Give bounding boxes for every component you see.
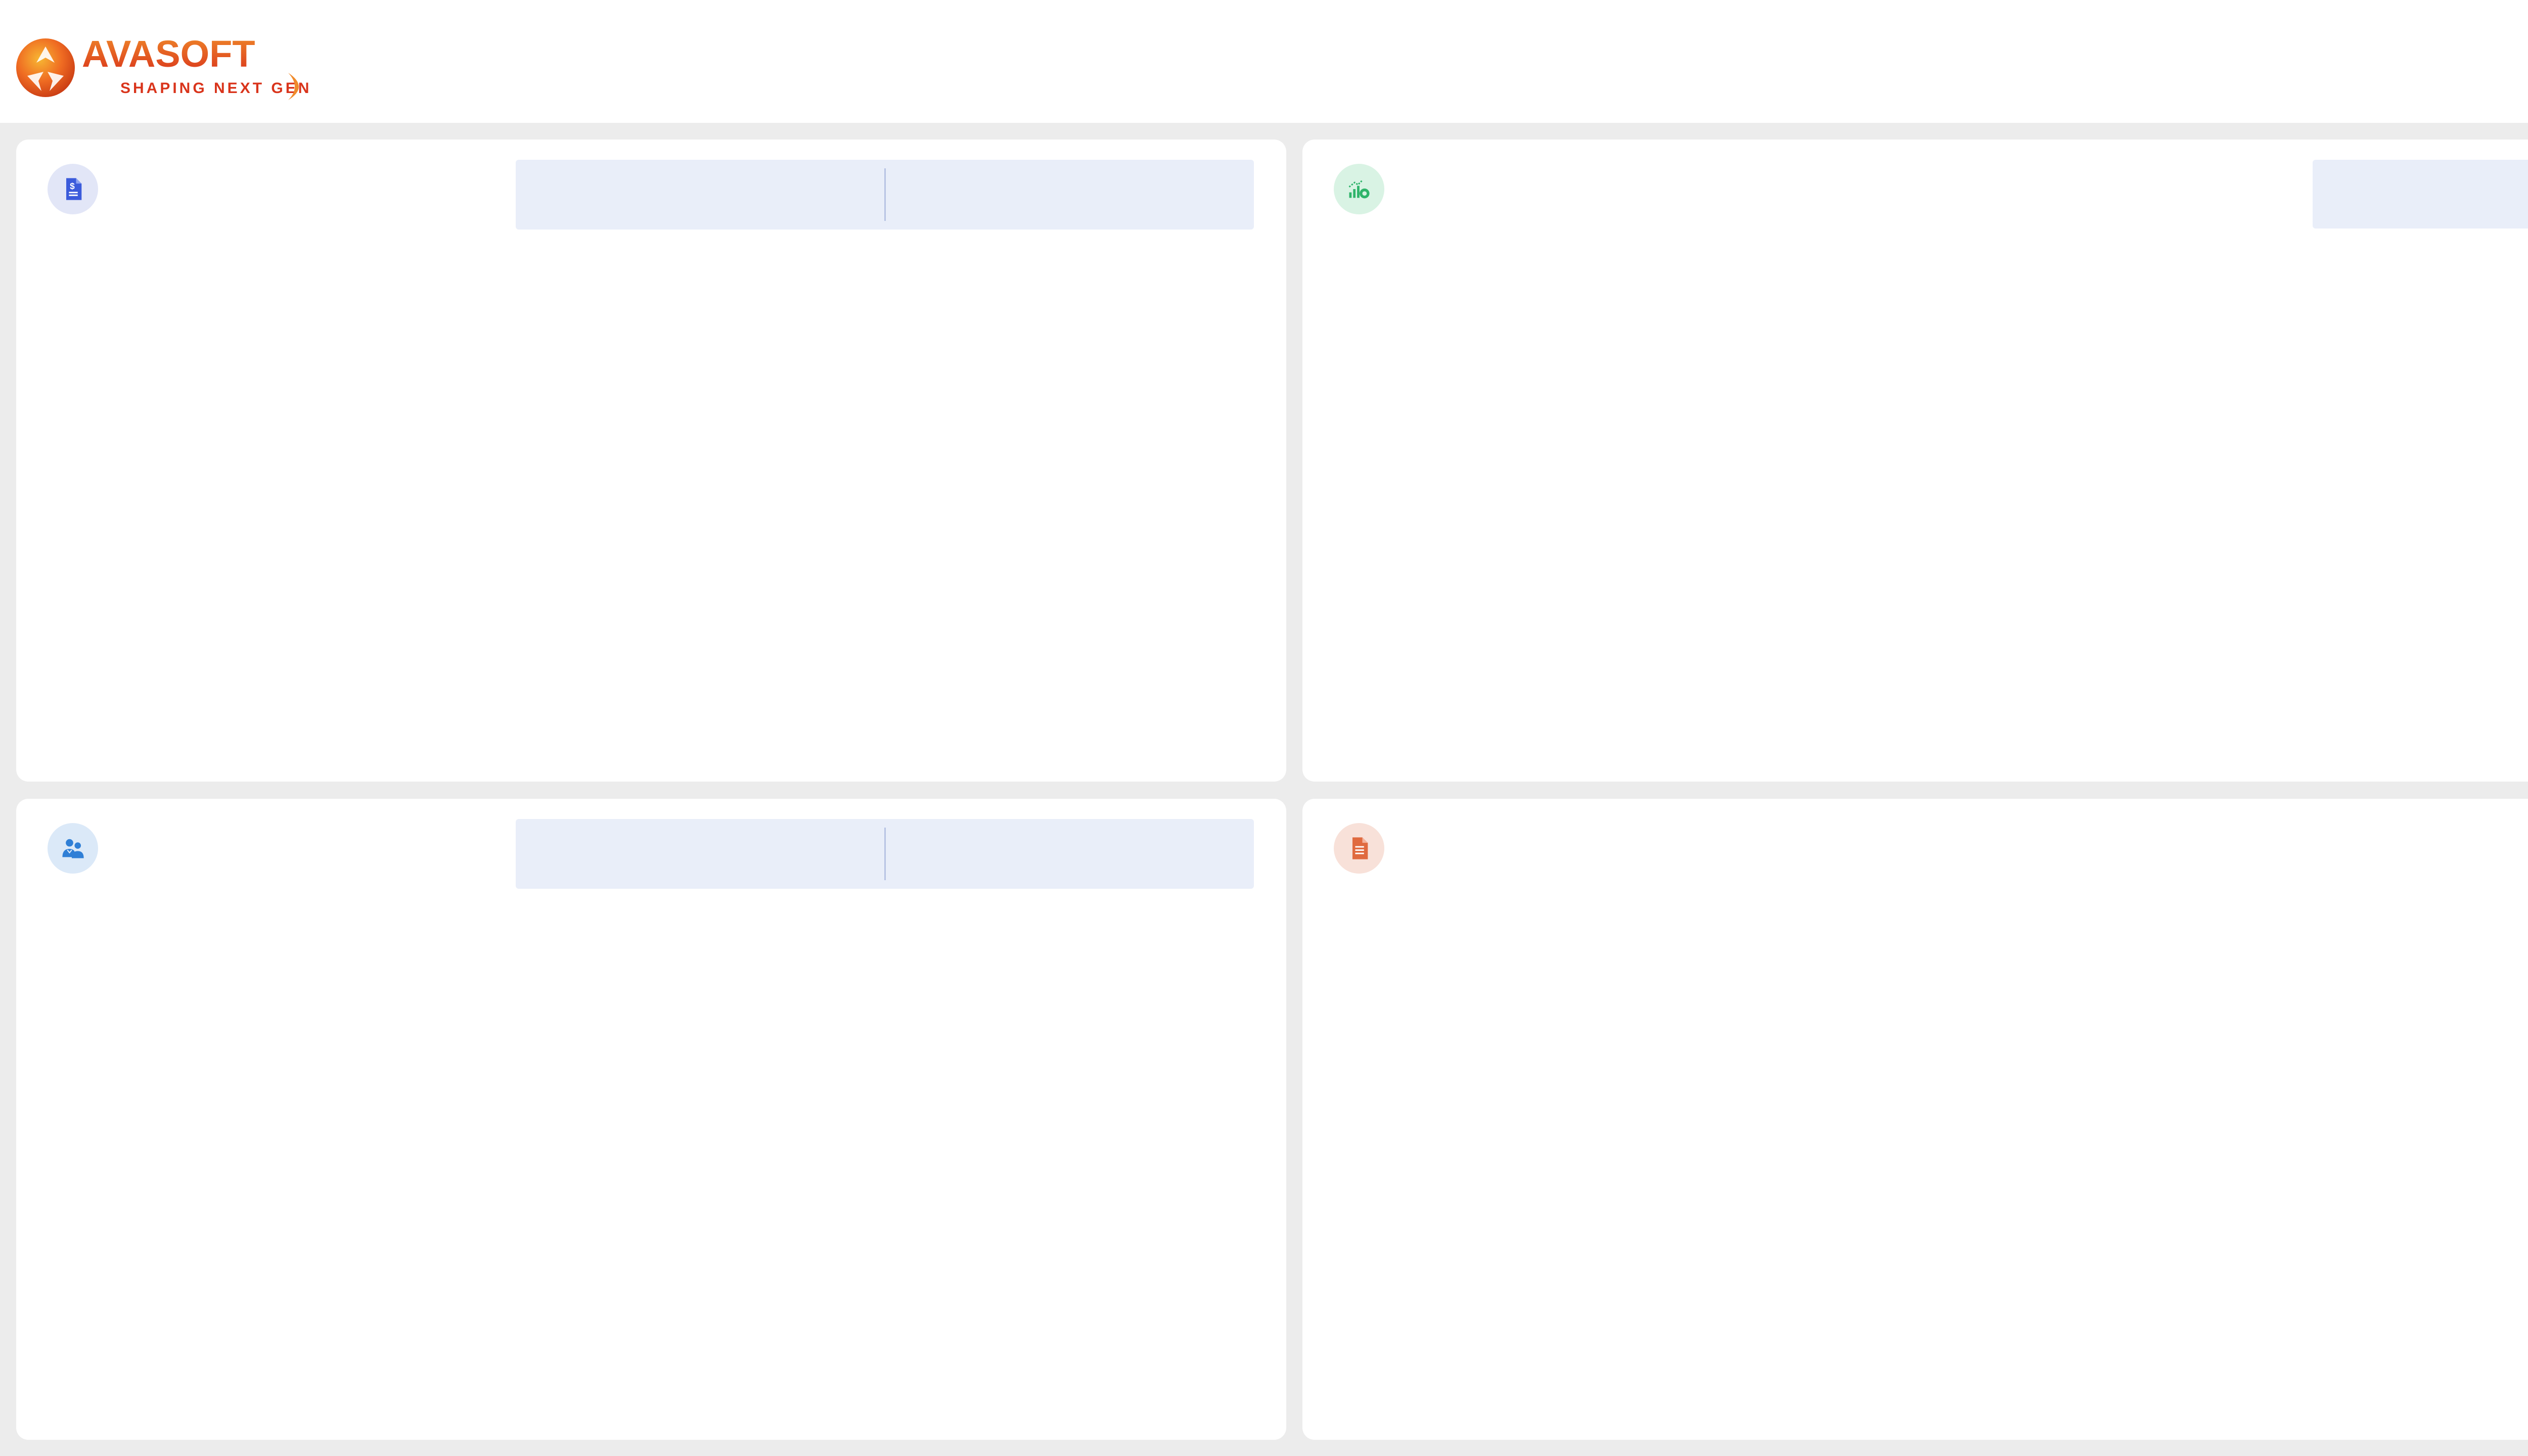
- invoice-dollar-icon: $: [48, 164, 98, 214]
- analytics-card: [1302, 140, 2528, 782]
- svg-text:$: $: [70, 181, 75, 191]
- document-card: [1302, 799, 2528, 1440]
- brand-name: AVASOFT: [82, 33, 255, 75]
- invoice-toggle-option-1[interactable]: [516, 160, 884, 230]
- brand-tagline: SHAPING NEXT GEN: [120, 80, 308, 97]
- users-toggle-option-1[interactable]: [516, 819, 884, 889]
- avasoft-logo-image: AVASOFT SHAPING NEXT GEN: [16, 33, 308, 100]
- invoice-period-toggle[interactable]: [516, 160, 1254, 230]
- invoice-card: $: [16, 140, 1286, 782]
- analytics-filter-dropdown[interactable]: [2313, 160, 2528, 229]
- app-header: AVASOFT SHAPING NEXT GEN: [0, 0, 2528, 123]
- avasoft-logo[interactable]: AVASOFT SHAPING NEXT GEN: [15, 31, 308, 102]
- invoice-toggle-option-2[interactable]: [886, 160, 1254, 230]
- users-card-body: [48, 900, 1255, 1415]
- users-toggle-option-2[interactable]: [886, 819, 1254, 889]
- chart-click-icon: [1334, 164, 1384, 214]
- users-icon: [48, 823, 98, 874]
- invoice-card-body: [48, 241, 1255, 756]
- users-period-toggle[interactable]: [516, 819, 1254, 889]
- document-icon: [1334, 823, 1384, 874]
- analytics-card-body: [1334, 241, 2528, 756]
- document-card-body: [1334, 900, 2528, 1415]
- users-card: [16, 799, 1286, 1440]
- analytics-filter-value[interactable]: [2313, 160, 2528, 229]
